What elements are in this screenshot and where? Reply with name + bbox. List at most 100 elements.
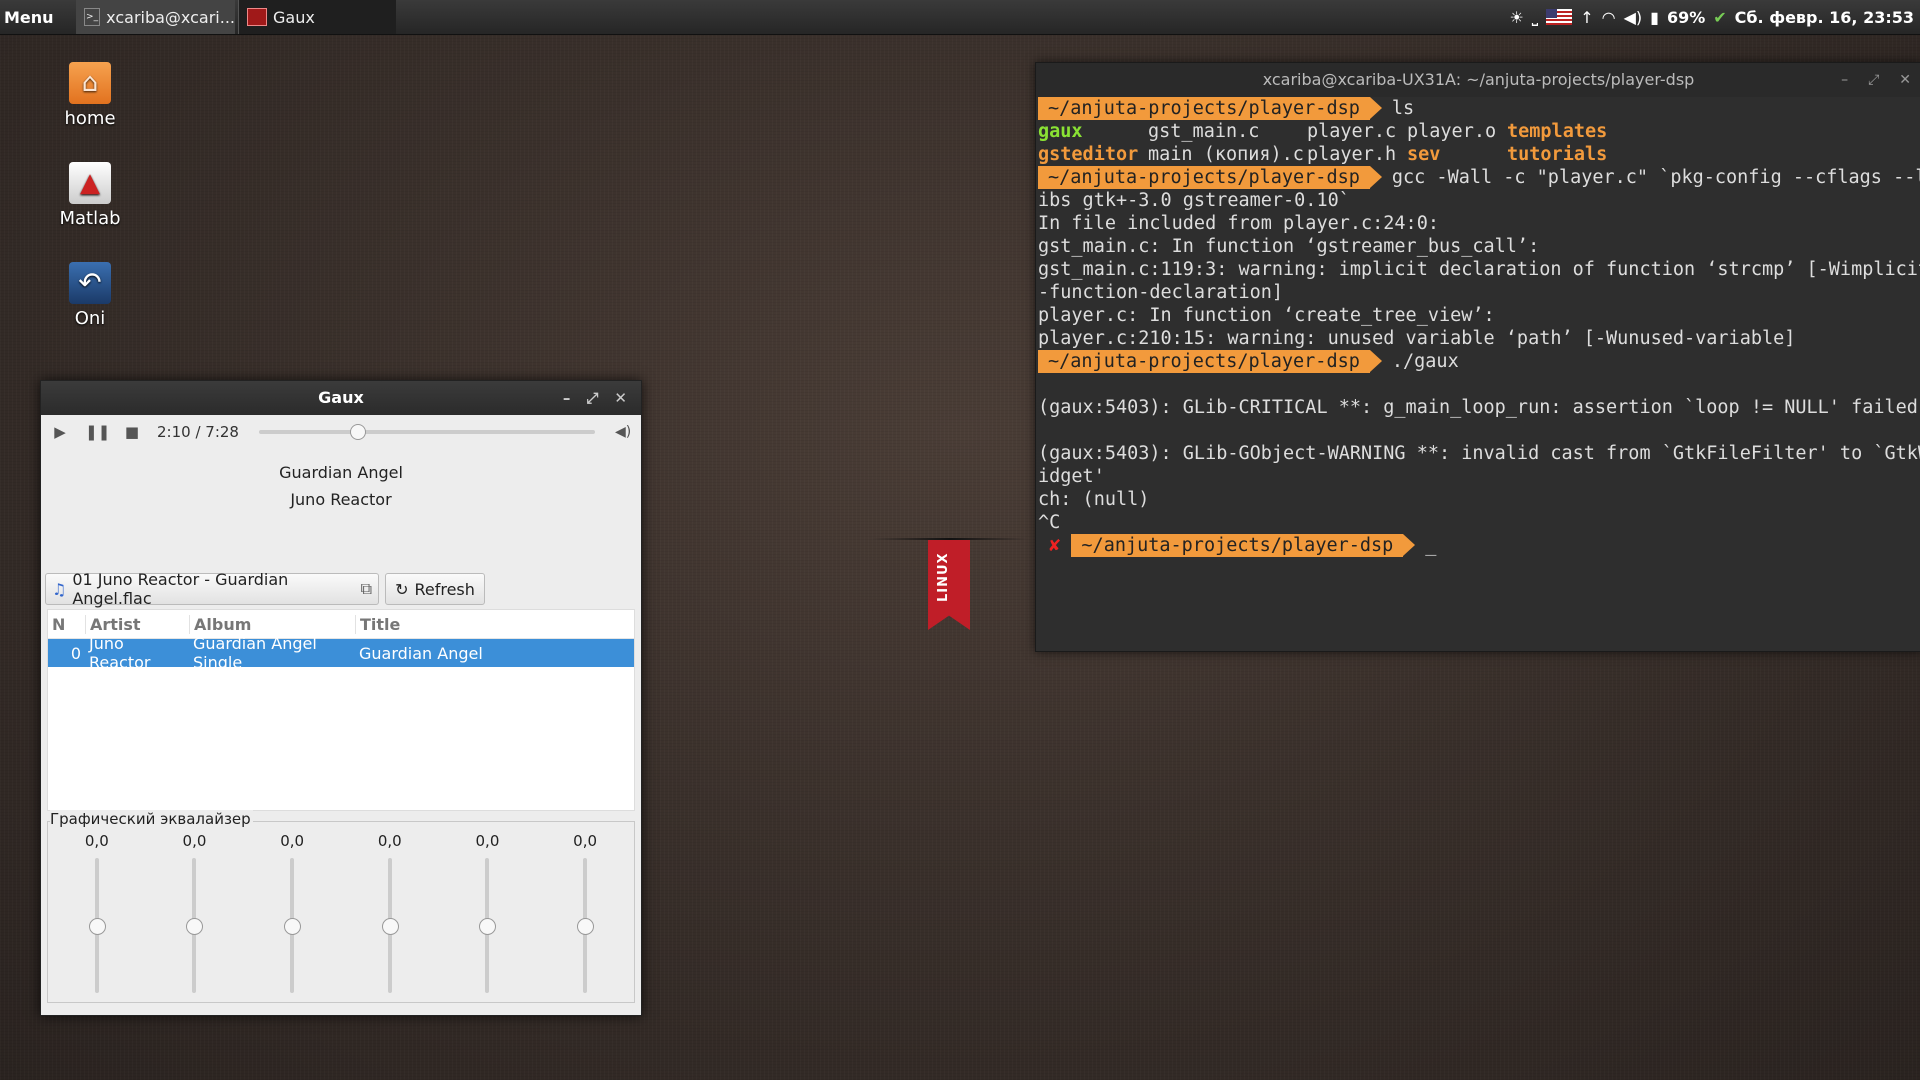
eq-band-value: 0,0 [84, 832, 109, 850]
eq-band: 0,0 [370, 832, 410, 993]
wifi-icon[interactable]: ◠ [1602, 8, 1616, 27]
pause-icon[interactable]: ❚❚ [85, 423, 110, 441]
eq-slider-thumb[interactable] [284, 918, 302, 935]
eq-slider[interactable] [577, 858, 595, 993]
stop-icon[interactable]: ■ [121, 423, 143, 441]
file-bar: ♫ 01 Juno Reactor - Guardian Angel.flac … [41, 570, 641, 608]
terminal-command: ./gaux [1391, 351, 1459, 372]
file-chooser-button[interactable]: ♫ 01 Juno Reactor - Guardian Angel.flac … [45, 570, 379, 608]
ribbon-text: LINUX [936, 552, 951, 602]
equalizer-label: Графический эквалайзер [50, 810, 253, 828]
terminal-prompt: ~/anjuta-projects/player-dsp [1038, 350, 1382, 373]
terminal-line: (gaux:5403): GLib-CRITICAL **: g_main_lo… [1038, 397, 1918, 418]
eq-band-value: 0,0 [573, 832, 598, 850]
terminal-titlebar[interactable]: xcariba@xcariba-UX31A: ~/anjuta-projects… [1036, 63, 1920, 97]
eq-band-value: 0,0 [475, 832, 500, 850]
column-header-album[interactable]: Album [189, 614, 355, 634]
maximize-icon[interactable]: ⤢ [1868, 63, 1879, 97]
terminal-window[interactable]: xcariba@xcariba-UX31A: ~/anjuta-projects… [1035, 62, 1920, 652]
desktop-icon-label: Oni [74, 308, 106, 329]
eq-slider[interactable] [479, 858, 497, 993]
terminal-line: -function-declaration] [1038, 282, 1284, 303]
terminal-line: player.c: In function ‘create_tree_view’… [1038, 305, 1495, 326]
ls-entry: templates [1507, 121, 1608, 142]
terminal-line: ^C [1038, 512, 1061, 533]
ls-entry: main (копия).c [1148, 144, 1304, 165]
matlab-icon: ▲ [69, 162, 111, 204]
desktop-icon-oni[interactable]: ↶ Oni [40, 262, 140, 329]
gaux-window[interactable]: Gaux – ⤢ ✕ ▶ ❚❚ ■ 2:10 / 7:28 ◀) Guardia… [40, 380, 642, 1016]
clock[interactable]: Сб. февр. 16, 23:53 [1735, 8, 1914, 27]
eq-slider-thumb[interactable] [381, 918, 399, 935]
column-header-n[interactable]: N [48, 615, 85, 634]
volume-icon[interactable]: ◀) [1624, 8, 1643, 27]
gaux-app-icon [247, 8, 267, 26]
eq-slider[interactable] [284, 858, 302, 993]
ls-entry: player.c [1307, 121, 1397, 142]
equalizer-frame: Графический эквалайзер 0,0 0,0 0,0 0,0 0… [47, 810, 635, 1003]
close-icon[interactable]: ✕ [1899, 63, 1911, 97]
upload-arrow-icon[interactable]: ↑ [1580, 8, 1593, 27]
close-icon[interactable]: ✕ [614, 381, 627, 415]
ls-entry: gst_main.c [1148, 121, 1260, 142]
us-flag-icon[interactable] [1546, 9, 1573, 25]
system-tray: ☀ ⎵ ↑ ◠ ◀) ▮ 69% ✔ Сб. февр. 16, 23:53 [1509, 0, 1914, 34]
keyboard-icon[interactable]: ⎵ [1532, 7, 1538, 27]
ribbon-line [872, 538, 1027, 540]
terminal-line: In file included from player.c:24:0: [1038, 213, 1439, 234]
eq-band: 0,0 [77, 832, 117, 993]
taskbar-item-label: xcariba@xcari... [106, 7, 235, 27]
terminal-icon: >_ [84, 8, 101, 26]
seek-slider[interactable] [258, 424, 595, 440]
now-playing: Guardian Angel Juno Reactor [41, 459, 641, 549]
eq-band: 0,0 [565, 832, 605, 993]
brightness-icon[interactable]: ☀ [1509, 8, 1523, 27]
minimize-icon[interactable]: – [563, 381, 571, 415]
minimize-icon[interactable]: – [1841, 63, 1848, 97]
ls-entry: sev [1407, 144, 1441, 165]
track-table[interactable]: N Artist Album Title 0 Juno Reactor Guar… [47, 609, 635, 811]
shield-check-icon[interactable]: ✔ [1713, 8, 1726, 27]
seek-slider-knob[interactable] [350, 424, 367, 440]
time-display: 2:10 / 7:28 [157, 423, 239, 441]
column-header-title[interactable]: Title [355, 614, 634, 634]
eq-slider[interactable] [186, 858, 204, 993]
terminal-cursor[interactable]: _ [1425, 535, 1436, 556]
window-title: Gaux [318, 388, 364, 407]
cell-album: Guardian Angel Single [193, 634, 317, 672]
gaux-titlebar[interactable]: Gaux – ⤢ ✕ [41, 381, 641, 415]
taskbar-item-gaux[interactable]: Gaux [238, 0, 396, 34]
eq-slider-thumb[interactable] [479, 918, 497, 935]
terminal-line: gst_main.c: In function ‘gstreamer_bus_c… [1038, 236, 1540, 257]
terminal-line: idget' [1038, 466, 1105, 487]
eq-slider-thumb[interactable] [88, 918, 106, 935]
table-row[interactable]: 0 Juno Reactor Guardian Angel Single Gua… [48, 634, 634, 672]
menu-button[interactable]: Menu [4, 8, 54, 27]
battery-icon[interactable]: ▮ [1650, 8, 1659, 27]
oni-icon: ↶ [69, 262, 111, 304]
maximize-icon[interactable]: ⤢ [586, 381, 598, 415]
column-header-artist[interactable]: Artist [85, 614, 189, 634]
terminal-line: ibs gtk+-3.0 gstreamer-0.10` [1038, 190, 1350, 211]
terminal-prompt: ~/anjuta-projects/player-dsp [1071, 534, 1416, 557]
terminal-command: gcc -Wall -c "player.c" `pkg-config --cf… [1391, 167, 1920, 188]
eq-slider-thumb[interactable] [577, 918, 595, 935]
playback-controls: ▶ ❚❚ ■ 2:10 / 7:28 ◀) [41, 415, 641, 449]
error-x-icon: ✘ [1049, 535, 1061, 556]
eq-slider-thumb[interactable] [186, 918, 204, 935]
desktop-icon-home[interactable]: home [40, 62, 140, 129]
eq-band: 0,0 [467, 832, 507, 993]
desktop-icon-matlab[interactable]: ▲ Matlab [40, 162, 140, 229]
eq-slider[interactable] [88, 858, 106, 993]
terminal-output[interactable]: ~/anjuta-projects/player-dsp ls gaux gst_ma… [1036, 97, 1920, 557]
ls-entry: player.o [1407, 121, 1497, 142]
volume-icon[interactable]: ◀) [615, 424, 633, 440]
desktop-icon-label: Matlab [59, 208, 121, 229]
play-icon[interactable]: ▶ [49, 423, 71, 441]
eq-band-value: 0,0 [182, 832, 207, 850]
taskbar-item-terminal[interactable]: >_ xcariba@xcari... [76, 0, 235, 34]
refresh-button[interactable]: ↻ Refresh [385, 573, 485, 605]
song-artist: Juno Reactor [290, 490, 392, 509]
eq-slider[interactable] [381, 858, 399, 993]
top-panel: Menu >_ xcariba@xcari... Gaux ☀ ⎵ ↑ ◠ ◀)… [0, 0, 1920, 35]
